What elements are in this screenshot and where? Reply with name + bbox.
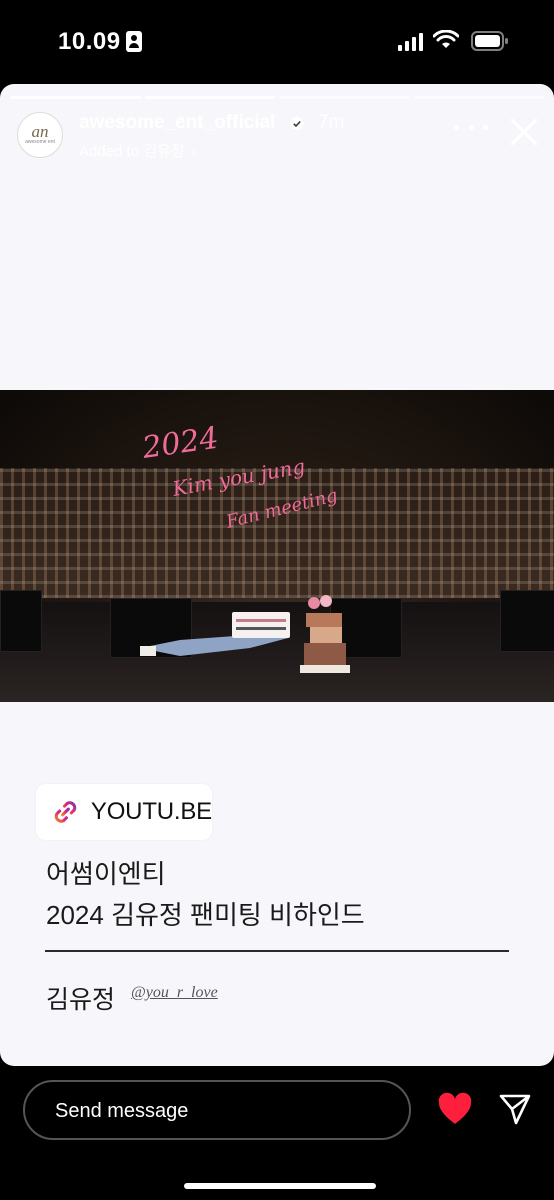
progress-segment <box>413 96 544 99</box>
send-icon[interactable] <box>498 1092 532 1126</box>
send-message-input[interactable] <box>53 1082 387 1140</box>
id-card-icon <box>126 31 142 52</box>
avatar[interactable]: an awesome ent <box>17 112 63 158</box>
link-icon <box>54 801 77 823</box>
more-options-button[interactable] <box>454 114 488 140</box>
username[interactable]: awesome_ent_official <box>79 112 275 134</box>
verified-badge-icon <box>289 116 305 132</box>
heart-icon[interactable] <box>437 1092 473 1126</box>
link-sticker[interactable]: YOUTU.BE <box>36 784 212 840</box>
added-to-label: Added to 김유정 <box>79 143 185 160</box>
send-message-field[interactable] <box>23 1080 411 1140</box>
progress-segment <box>144 96 275 99</box>
dot-icon <box>468 124 474 130</box>
home-indicator[interactable] <box>184 1183 376 1189</box>
title-year: 2024 <box>140 421 221 466</box>
status-bar: 10.09 <box>0 0 554 84</box>
chevron-right-icon: › <box>190 143 196 160</box>
avatar-logo: an <box>31 122 49 141</box>
story-card[interactable]: an awesome ent awesome_ent_official 7m A… <box>0 84 554 1066</box>
title-event: Fan meeting <box>223 485 339 533</box>
battery-icon <box>471 31 508 51</box>
story-progress-bar <box>10 96 544 99</box>
dot-icon <box>454 124 459 130</box>
speaker <box>0 590 42 652</box>
dot-icon <box>483 124 488 130</box>
progress-segment <box>10 96 141 99</box>
title-name: Kim you jung <box>170 454 307 501</box>
credit-name: 김유정 <box>46 986 116 1014</box>
credit-handle-link[interactable]: @you_r_love <box>131 984 218 1002</box>
caption-line-company: 어썸이엔티 <box>46 859 166 889</box>
close-icon[interactable] <box>508 116 540 148</box>
speaker <box>500 590 554 652</box>
story-time: 7m <box>318 112 345 133</box>
fanmeeting-title-overlay: 2024 Kim you jung Fan meeting <box>140 421 340 533</box>
caption-divider <box>45 950 509 952</box>
signal-icon <box>398 33 423 51</box>
story-photo: 2024 Kim you jung Fan meeting <box>0 390 554 702</box>
fan-slogan-banner <box>232 612 290 638</box>
status-time: 10.09 <box>58 28 121 55</box>
story-header: an awesome ent awesome_ent_official 7m A… <box>0 108 554 168</box>
story-caption: 어썸이엔티 2024 김유정 팬미팅 비하인드 <box>46 854 365 936</box>
link-sticker-label: YOUTU.BE <box>90 798 212 825</box>
caption-line-title: 2024 김유정 팬미팅 비하인드 <box>46 900 365 930</box>
added-to-highlight-link[interactable]: Added to 김유정 › <box>79 140 196 161</box>
progress-segment <box>279 96 410 99</box>
avatar-logo-text: awesome ent <box>25 139 55 145</box>
wifi-icon <box>433 30 459 48</box>
cake-decoration <box>300 595 350 673</box>
